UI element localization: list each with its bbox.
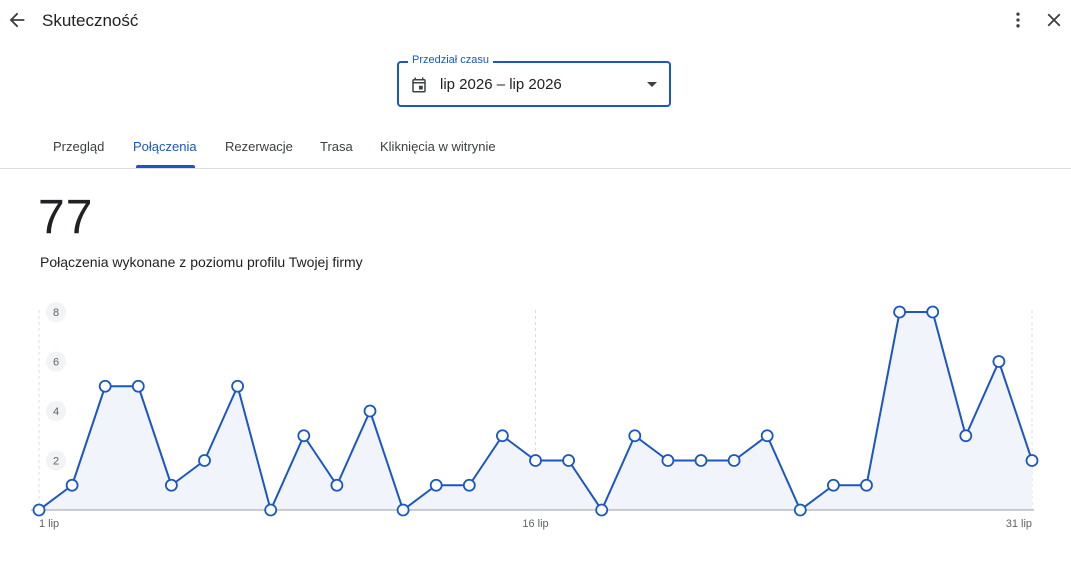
data-point xyxy=(131,379,145,393)
data-point xyxy=(164,478,178,492)
data-point xyxy=(462,478,476,492)
total-calls-description: Połączenia wykonane z poziomu profilu Tw… xyxy=(40,254,363,270)
arrow-back-icon[interactable] xyxy=(6,9,28,31)
date-range-label: Przedział czasu xyxy=(408,54,494,66)
x-tick-label: 1 lip xyxy=(39,518,59,530)
data-point xyxy=(926,305,940,319)
data-point xyxy=(694,454,708,467)
data-point xyxy=(727,454,741,467)
data-point xyxy=(32,503,46,517)
data-point xyxy=(827,478,840,492)
tab-rezerwacje[interactable]: Rezerwacje xyxy=(225,139,293,154)
data-point xyxy=(793,503,807,517)
data-point xyxy=(363,404,377,418)
data-point xyxy=(297,429,311,443)
tab-klikniecia[interactable]: Kliknięcia w witrynie xyxy=(380,139,496,154)
y-tick-label: 8 xyxy=(53,307,59,319)
tab-trasa[interactable]: Trasa xyxy=(320,139,353,154)
data-point xyxy=(98,379,112,393)
data-point xyxy=(893,305,906,319)
data-point xyxy=(959,429,973,443)
data-point xyxy=(330,478,344,492)
tabs-divider xyxy=(0,168,1071,169)
y-tick-label: 6 xyxy=(53,357,59,369)
data-point xyxy=(65,478,79,492)
dropdown-arrow-icon xyxy=(647,82,657,87)
calls-line-chart: 2 4 6 8 1 lip 16 lip 31 lip xyxy=(31,302,1039,530)
calendar-icon xyxy=(412,77,426,93)
data-point xyxy=(396,503,410,517)
data-point xyxy=(760,429,774,443)
tab-przeglad[interactable]: Przegląd xyxy=(53,139,104,154)
data-point xyxy=(231,379,245,393)
data-point xyxy=(992,355,1006,368)
data-point xyxy=(562,454,575,467)
data-point xyxy=(628,429,642,443)
x-tick-label: 16 lip xyxy=(522,518,548,530)
data-point xyxy=(661,454,675,467)
more-vert-icon[interactable] xyxy=(1008,9,1028,31)
data-point xyxy=(429,478,443,492)
y-tick-label: 4 xyxy=(53,406,59,418)
total-calls-value: 77 xyxy=(38,191,94,244)
data-point xyxy=(198,454,211,467)
y-tick-label: 2 xyxy=(53,456,59,468)
close-icon[interactable] xyxy=(1043,9,1065,31)
date-range-value: lip 2026 – lip 2026 xyxy=(440,76,562,93)
tab-polaczenia[interactable]: Połączenia xyxy=(133,139,197,154)
data-point xyxy=(495,429,509,443)
data-point xyxy=(264,503,278,517)
x-tick-label: 31 lip xyxy=(1006,518,1032,530)
data-point xyxy=(1025,454,1039,467)
page-title: Skuteczność xyxy=(42,11,139,30)
data-point xyxy=(860,478,873,492)
data-point xyxy=(529,454,542,467)
data-point xyxy=(595,503,609,517)
